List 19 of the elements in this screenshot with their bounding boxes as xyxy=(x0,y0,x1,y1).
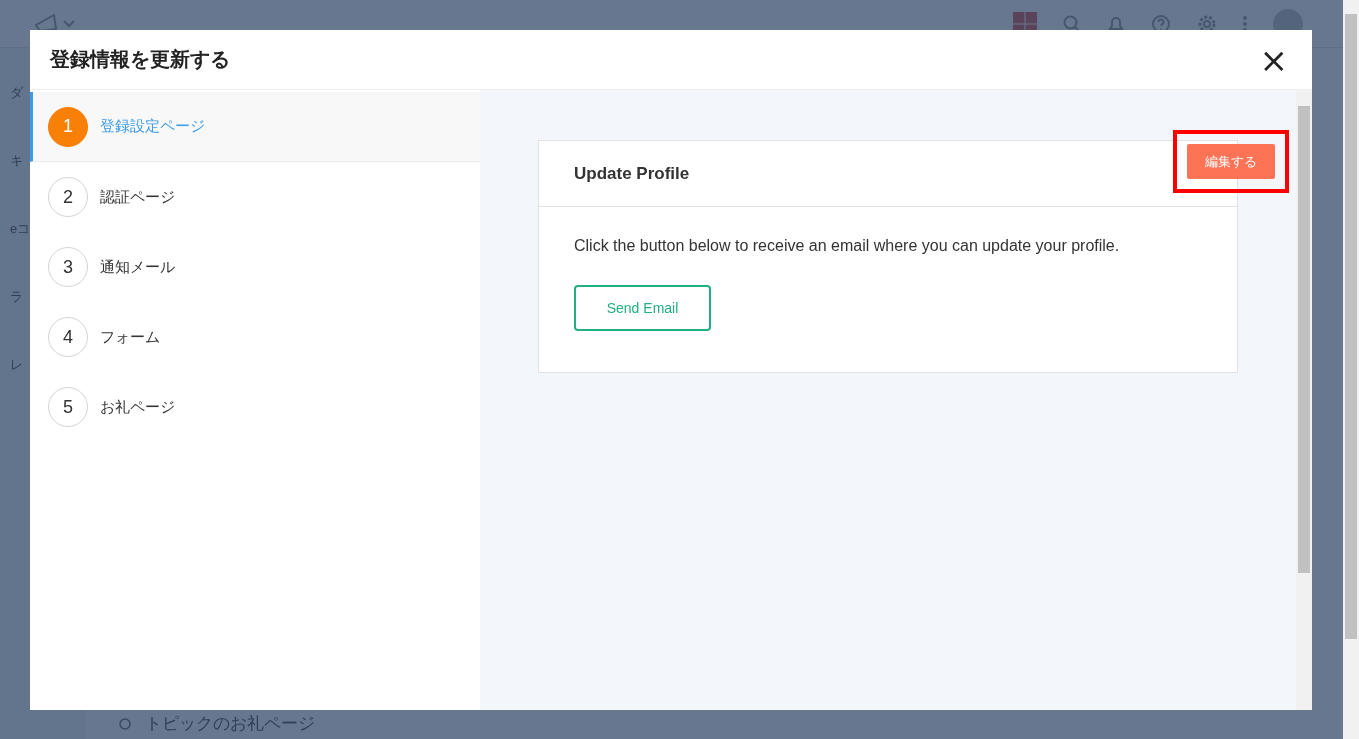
step-item[interactable]: 4 フォーム xyxy=(30,302,480,372)
page-scrollbar[interactable] xyxy=(1343,0,1359,739)
step-number: 5 xyxy=(48,387,88,427)
card-text: Click the button below to receive an email where you can update your profile. xyxy=(574,237,1121,255)
close-button[interactable]: × xyxy=(1259,42,1288,77)
step-label: 通知メール xyxy=(100,257,175,277)
step-item[interactable]: 5 お礼ページ xyxy=(30,372,480,442)
step-label: 登録設定ページ xyxy=(100,117,205,136)
step-number: 3 xyxy=(48,247,88,287)
step-item[interactable]: 2 認証ページ xyxy=(30,162,480,232)
step-number: 1 xyxy=(48,106,88,147)
step-label: フォーム xyxy=(100,327,160,347)
step-number: 4 xyxy=(48,317,88,357)
step-label: お礼ページ xyxy=(100,397,175,417)
step-number: 2 xyxy=(48,177,88,217)
step-label: 認証ページ xyxy=(100,187,175,207)
dialog-title: 登録情報を更新する xyxy=(50,47,230,72)
step-item[interactable]: 3 通知メール xyxy=(30,232,480,302)
panel-scrollbar[interactable] xyxy=(1296,90,1312,710)
